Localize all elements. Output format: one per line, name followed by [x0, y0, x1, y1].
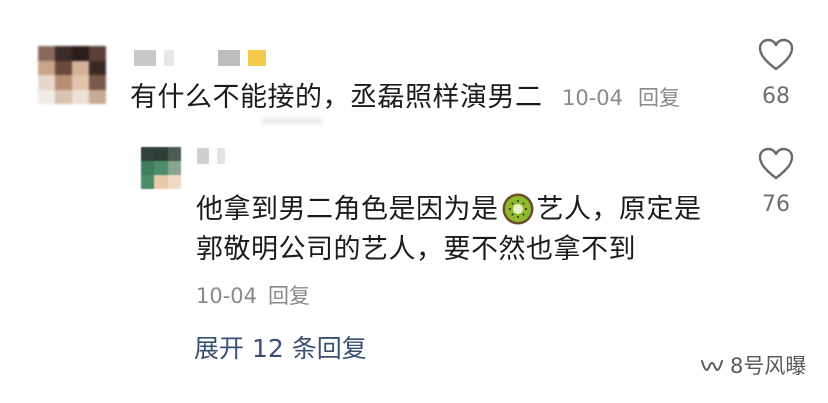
- reply-text-line1: 他拿到男二角色是因为是 艺人，原定是: [196, 192, 702, 226]
- comment-text: 有什么不能接的，丞磊照样演男二: [130, 82, 543, 113]
- reply-text-line2: 郭敬明公司的艺人，要不然也拿不到: [196, 234, 636, 265]
- comment-date: 10-04: [562, 86, 624, 110]
- reply-button[interactable]: 回复: [638, 88, 680, 109]
- avatar[interactable]: [38, 46, 106, 104]
- blur-artifact: [262, 118, 322, 124]
- reply-avatar[interactable]: [141, 147, 181, 189]
- reply-username-blurred[interactable]: [197, 148, 225, 164]
- wechat-channel-icon: [700, 357, 724, 377]
- reply-like-count: 76: [762, 192, 790, 217]
- heart-outline-icon[interactable]: [758, 38, 794, 72]
- reply-reply-button[interactable]: 回复: [268, 286, 310, 307]
- reply-date: 10-04: [196, 284, 258, 308]
- watermark: 8号风曝: [700, 356, 806, 377]
- heart-outline-icon[interactable]: [758, 147, 794, 181]
- kiwi-emoji: [501, 192, 535, 226]
- like-count: 68: [762, 84, 790, 109]
- username-blurred[interactable]: [134, 50, 266, 66]
- expand-replies-link[interactable]: 展开 12 条回复: [194, 336, 367, 361]
